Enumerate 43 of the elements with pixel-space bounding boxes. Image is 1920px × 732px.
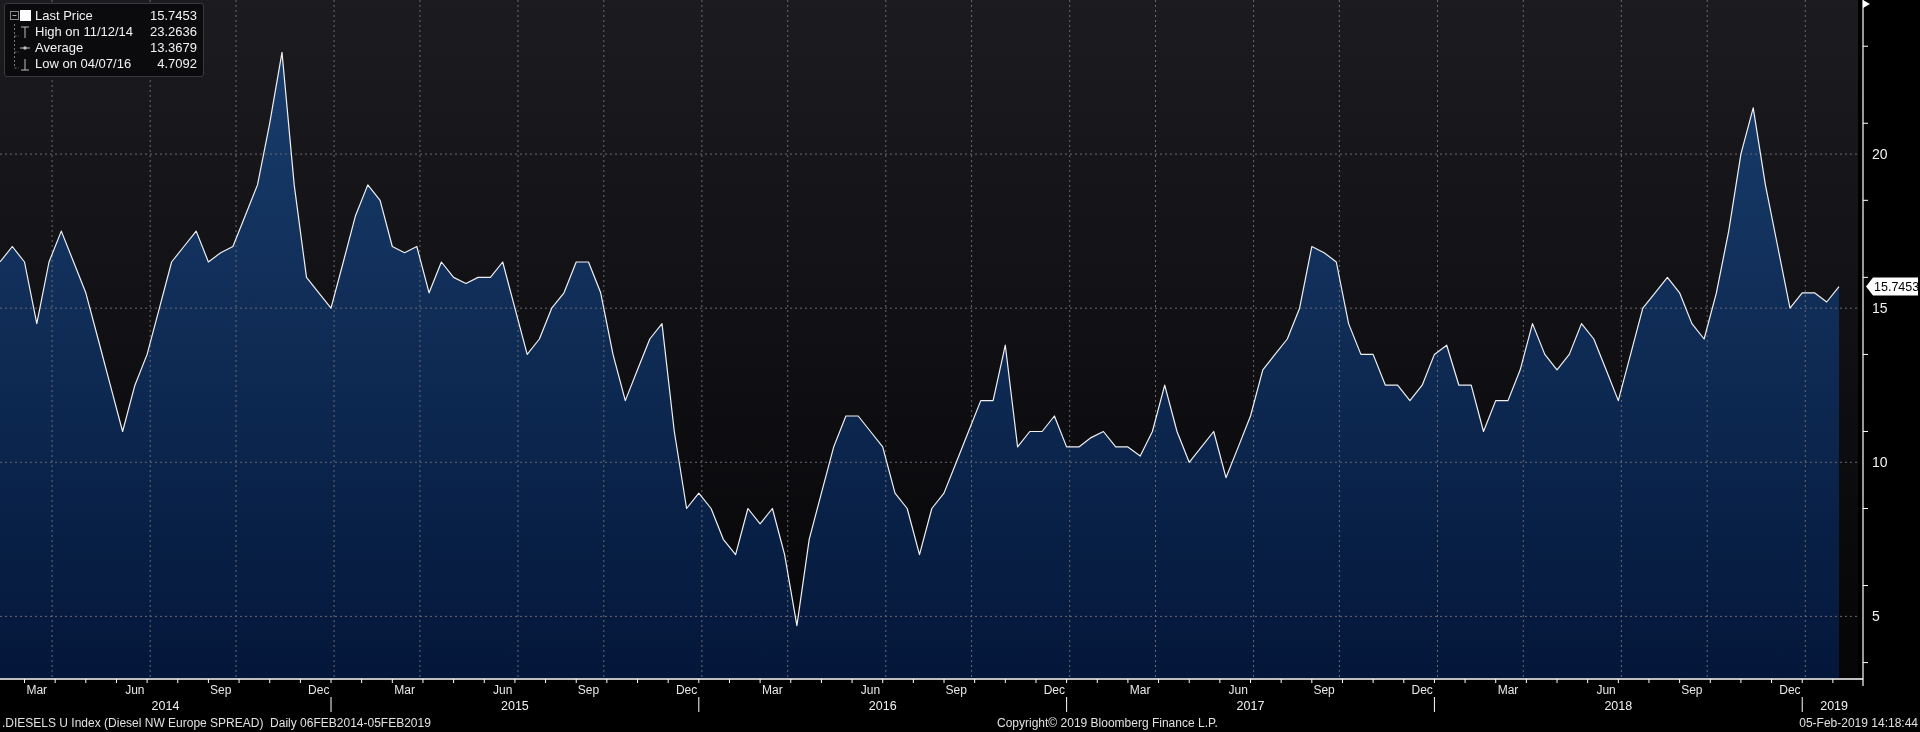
- axis-label: Dec: [675, 683, 698, 697]
- axis-label: Jun: [860, 683, 881, 697]
- axis-label: Jun: [1228, 683, 1248, 697]
- axis-label: Dec: [1043, 683, 1066, 697]
- axis-label: Mar: [762, 683, 783, 697]
- axis-label: Sep: [210, 683, 232, 697]
- year-label: 2018: [1604, 699, 1633, 713]
- legend-label: Average: [35, 40, 84, 56]
- axis-label: Jun: [1596, 683, 1616, 697]
- axis-label: Sep: [945, 683, 967, 697]
- legend-value: 13.3679: [150, 40, 197, 56]
- security-description: .DIESELS U Index (Diesel NW Europe SPREAD) Daily 06FEB2014-05FEB2019: [2, 715, 432, 732]
- axis-label: 10: [1872, 454, 1888, 471]
- year-label: 2019: [1820, 699, 1848, 713]
- timestamp: 05-Feb-2019 14:18:44: [1799, 715, 1918, 732]
- axis-label: Jun: [125, 683, 145, 697]
- legend-label: High on 11/12/14: [35, 24, 134, 40]
- axis-label: Mar: [1129, 683, 1151, 697]
- axis-label: Mar: [394, 683, 415, 697]
- legend-value: 15.7453: [150, 8, 197, 24]
- legend-value: 4.7092: [157, 56, 197, 72]
- year-label: 2014: [151, 699, 180, 713]
- axis-label: Sep: [1681, 683, 1703, 697]
- legend-label: Last Price: [35, 8, 93, 24]
- axis-label: Dec: [1779, 683, 1801, 697]
- axis-label: 5: [1872, 608, 1880, 625]
- axis-label: 20: [1872, 146, 1888, 163]
- axis-label: Jun: [493, 683, 513, 697]
- axis-label: Dec: [1411, 683, 1433, 697]
- legend-label: Low on 04/07/16: [35, 56, 132, 72]
- axis-label: 15: [1872, 300, 1888, 317]
- legend-value: 23.2636: [150, 24, 197, 40]
- year-label: 2016: [868, 699, 897, 713]
- axis-label: Dec: [308, 683, 330, 697]
- axis-label: Sep: [1313, 683, 1335, 697]
- year-label: 2015: [501, 699, 529, 713]
- axis-label: Sep: [577, 683, 600, 697]
- price-tag: 15.7453: [1866, 277, 1920, 296]
- axis-label: Mar: [26, 683, 48, 697]
- square-icon: [9, 8, 31, 24]
- year-label: 2017: [1236, 699, 1265, 713]
- copyright-text: Copyright© 2019 Bloomberg Finance L.P.: [997, 715, 1219, 732]
- axis-label: Mar: [1497, 683, 1519, 697]
